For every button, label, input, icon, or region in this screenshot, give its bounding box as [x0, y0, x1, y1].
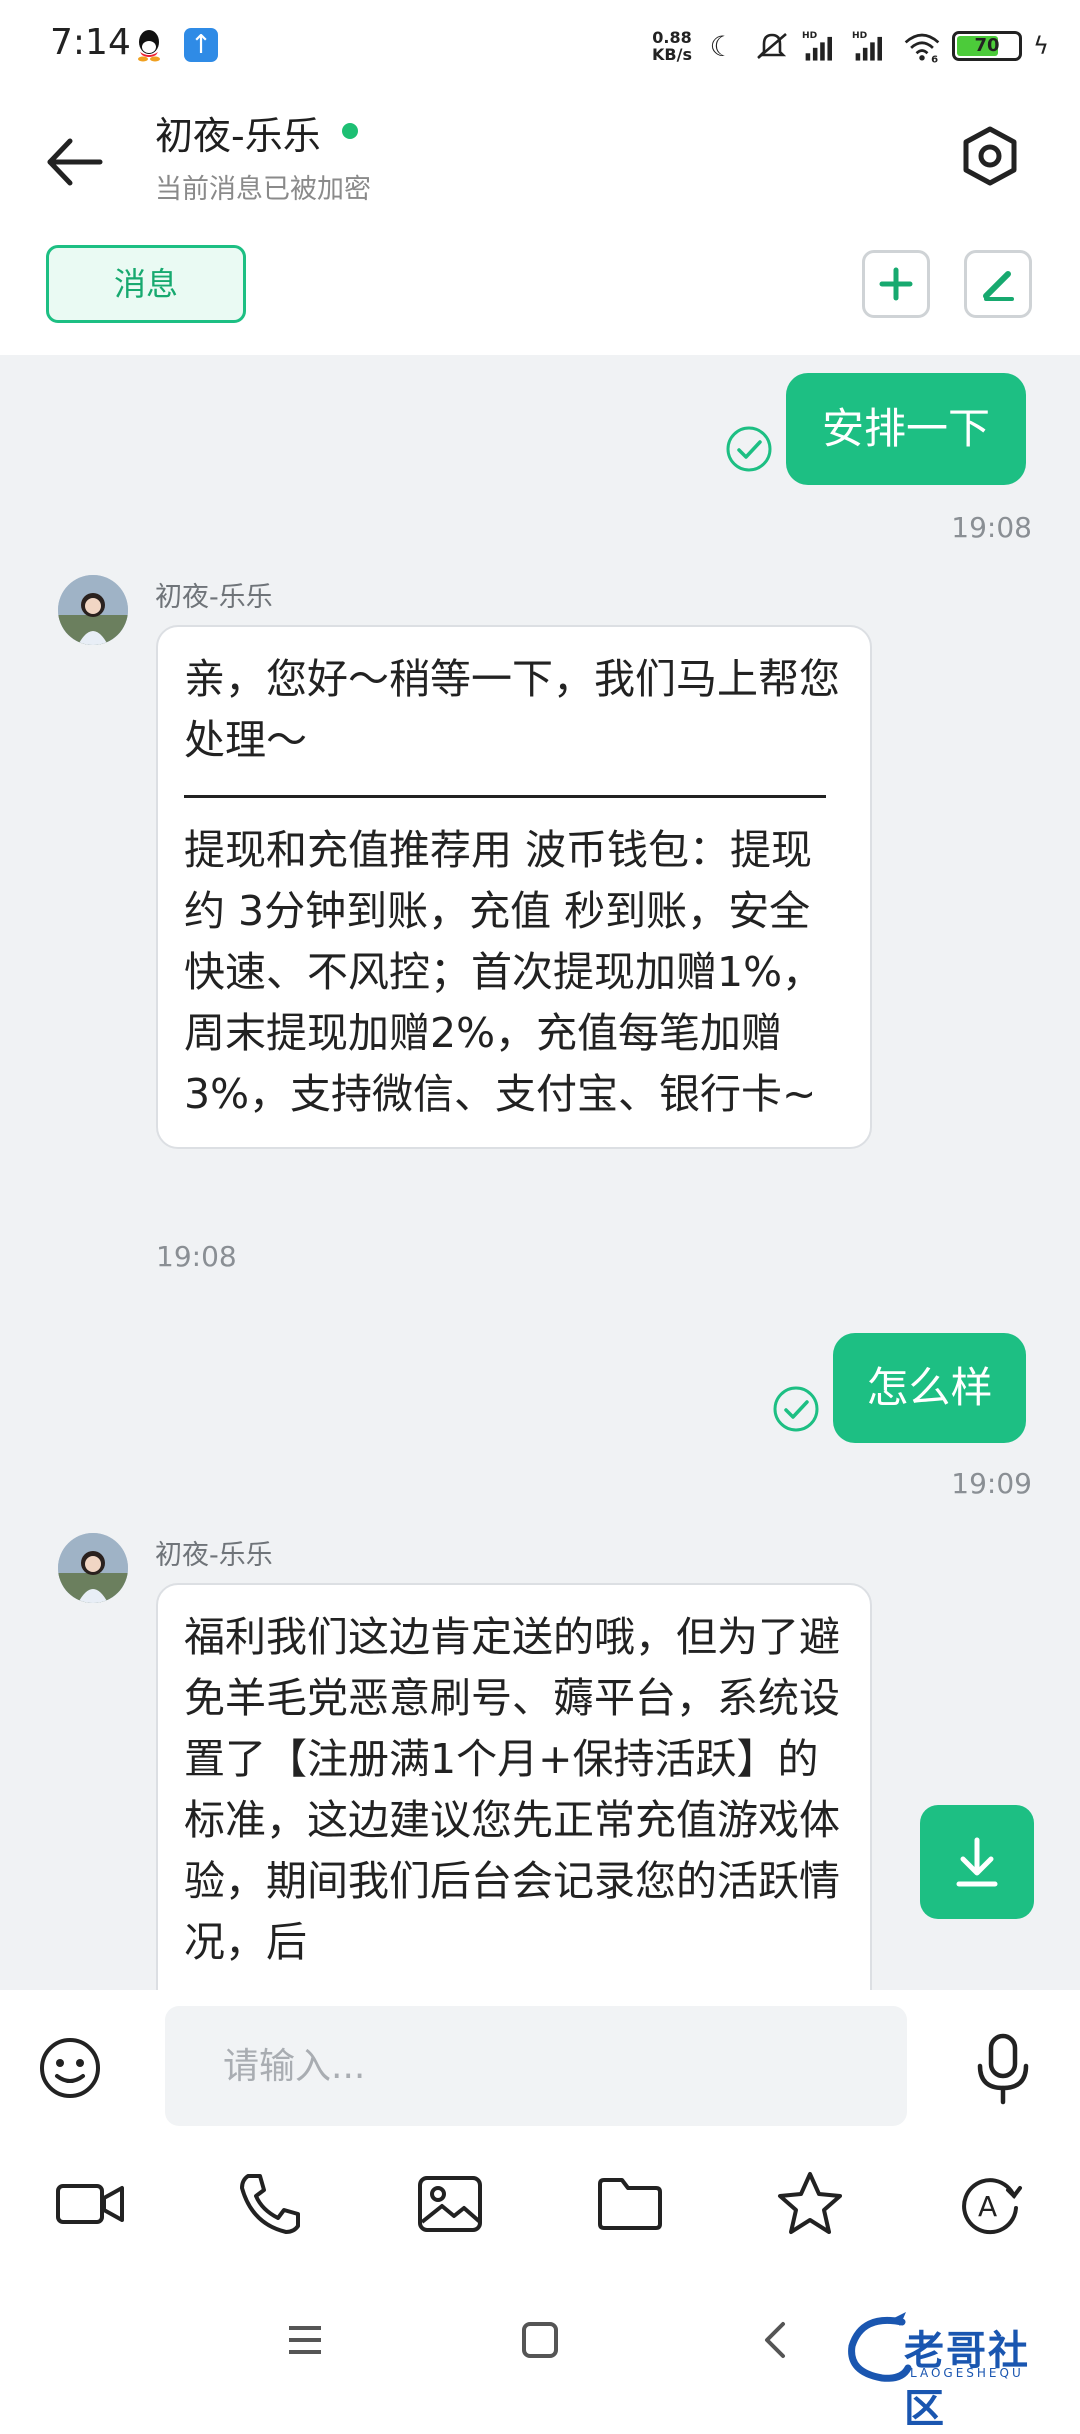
net-speed-unit: KB/s: [652, 45, 692, 64]
message-timestamp: 19:09: [951, 1467, 1032, 1500]
svg-text:A: A: [978, 2190, 997, 2223]
favorites-button[interactable]: [774, 2168, 846, 2240]
svg-text:HD: HD: [802, 31, 818, 41]
chat-messages-area[interactable]: 安排一下 19:08 初夜-乐乐 亲，您好～稍等一下，我们马上帮您处理～ 提现和…: [0, 355, 1080, 1990]
plus-icon: [879, 267, 913, 301]
sender-name: 初夜-乐乐: [155, 1540, 273, 1571]
incoming-message-bubble[interactable]: 亲，您好～稍等一下，我们马上帮您处理～ 提现和充值推荐用 波币钱包：提现约 3分…: [156, 625, 872, 1149]
read-check-icon: [726, 426, 772, 472]
microphone-icon[interactable]: [968, 2030, 1038, 2106]
status-time: 7:14: [50, 22, 131, 63]
message-input[interactable]: [165, 2006, 907, 2126]
nav-home-icon[interactable]: [510, 2310, 570, 2370]
pen-icon: [983, 271, 1014, 301]
status-icons: 0.88 KB/s ☾ HD HD 6 70 ϟ: [652, 24, 1050, 68]
auto-translate-icon: A: [962, 2178, 1022, 2235]
message-text: 亲，您好～稍等一下，我们马上帮您处理～: [184, 655, 840, 764]
tab-messages[interactable]: 消息: [46, 245, 246, 323]
dragon-logo-icon: [848, 2312, 912, 2382]
nav-menu-icon[interactable]: [275, 2310, 335, 2370]
phone-icon: [240, 2174, 300, 2234]
contact-name: 初夜-乐乐: [155, 114, 321, 158]
outgoing-message-bubble[interactable]: 怎么样: [833, 1333, 1026, 1443]
incoming-message-bubble[interactable]: 福利我们这边肯定送的哦，但为了避免羊毛党恶意刷号、薅平台，系统设置了【注册满1个…: [156, 1583, 872, 1990]
back-arrow-icon[interactable]: [40, 127, 110, 197]
avatar-image: [58, 1533, 128, 1603]
wifi-6-icon: 6: [904, 33, 940, 65]
image-icon: [418, 2176, 482, 2232]
message-timestamp: 19:08: [156, 1240, 237, 1273]
nav-back-icon[interactable]: [745, 2310, 805, 2370]
online-status-dot: [342, 123, 358, 139]
video-call-button[interactable]: [54, 2168, 126, 2240]
net-speed-value: 0.88: [652, 28, 692, 47]
download-arrow-icon: [956, 1837, 998, 1887]
upload-icon: ↑: [184, 28, 218, 62]
message-text: 提现和充值推荐用 波币钱包：提现约 3分钟到账，充值 秒到账，安全快速、不风控；…: [184, 826, 824, 1118]
battery-level: 70: [974, 35, 1000, 56]
folder-icon: [598, 2178, 662, 2230]
watermark-logo: 老哥社区 LAOGESHEQU: [842, 2310, 1068, 2432]
voice-call-button[interactable]: [234, 2168, 306, 2240]
watermark-subtext: LAOGESHEQU: [910, 2366, 1024, 2380]
contact-avatar[interactable]: [58, 1533, 128, 1603]
star-icon: [778, 2172, 842, 2234]
chat-header: 初夜-乐乐 当前消息已被加密 消息: [0, 95, 1080, 355]
charging-icon: ϟ: [1033, 32, 1049, 60]
message-timestamp: 19:08: [951, 511, 1032, 544]
encryption-notice: 当前消息已被加密: [155, 174, 371, 205]
signal-hd-icon: HD: [802, 31, 832, 61]
svg-text:6: 6: [931, 54, 938, 65]
moon-icon: ☾: [709, 29, 735, 63]
edit-button[interactable]: [964, 250, 1032, 318]
battery-icon: 70: [952, 31, 1022, 61]
contact-avatar[interactable]: [58, 575, 128, 645]
auto-translate-button[interactable]: A: [954, 2168, 1026, 2240]
settings-hexagon-icon[interactable]: [955, 121, 1025, 191]
sender-name: 初夜-乐乐: [155, 582, 273, 613]
qq-icon: [138, 30, 160, 62]
message-divider: [184, 795, 826, 798]
net-speed: 0.88 KB/s: [652, 29, 692, 63]
message-text: 福利我们这边肯定送的哦，但为了避免羊毛党恶意刷号、薅平台，系统设置了【注册满1个…: [184, 1613, 840, 1966]
status-bar: 7:14 ↑ 0.88 KB/s ☾ HD HD 6 70 ϟ: [0, 0, 1080, 95]
file-button[interactable]: [594, 2168, 666, 2240]
emoji-icon[interactable]: [38, 2036, 102, 2100]
image-button[interactable]: [414, 2168, 486, 2240]
scroll-to-bottom-button[interactable]: [920, 1805, 1034, 1919]
add-button[interactable]: [862, 250, 930, 318]
svg-text:HD: HD: [852, 31, 868, 41]
outgoing-message-bubble[interactable]: 安排一下: [786, 373, 1026, 485]
read-check-icon: [773, 1386, 819, 1432]
signal-hd-icon: HD: [852, 31, 882, 61]
mute-icon: [757, 33, 787, 59]
video-icon: [56, 2184, 124, 2224]
avatar-image: [58, 575, 128, 645]
